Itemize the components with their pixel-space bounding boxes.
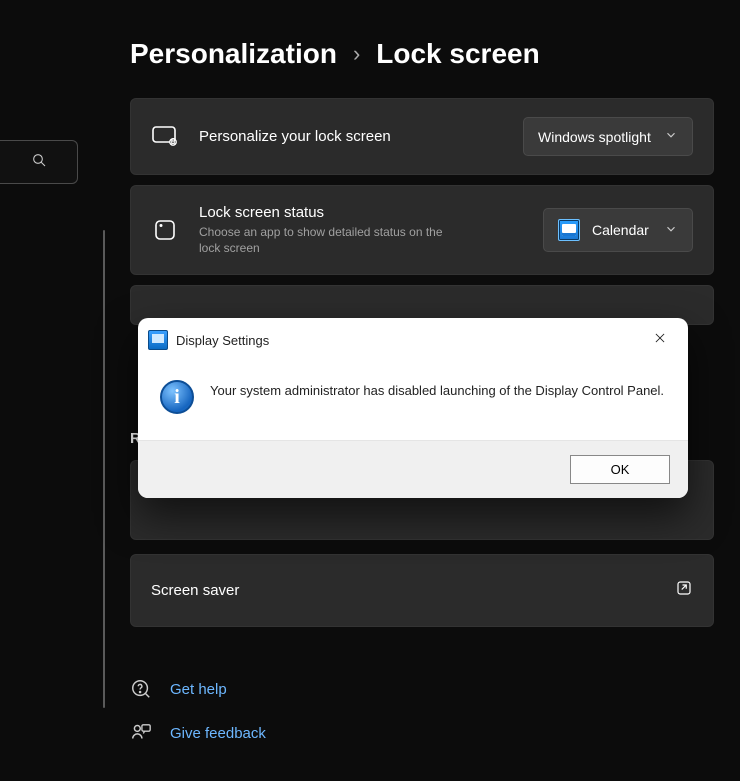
close-icon	[653, 331, 667, 350]
monitor-lock-icon	[151, 123, 179, 151]
open-external-icon	[675, 579, 693, 602]
chevron-down-icon	[664, 128, 678, 145]
ok-button[interactable]: OK	[570, 455, 670, 484]
info-icon: i	[160, 380, 194, 414]
status-subtitle: Choose an app to show detailed status on…	[199, 224, 459, 256]
display-settings-dialog: Display Settings i Your system administr…	[138, 318, 688, 498]
help-icon	[130, 678, 152, 700]
get-help-label: Get help	[170, 681, 227, 698]
feedback-icon	[130, 722, 152, 744]
status-dropdown-value: Calendar	[592, 222, 649, 238]
breadcrumb: Personalization › Lock screen	[130, 38, 540, 70]
personalize-dropdown[interactable]: Windows spotlight	[523, 117, 693, 156]
screensaver-title: Screen saver	[151, 582, 655, 599]
breadcrumb-separator: ›	[353, 41, 360, 67]
personalize-dropdown-value: Windows spotlight	[538, 129, 651, 145]
give-feedback-link[interactable]: Give feedback	[130, 722, 266, 744]
get-help-link[interactable]: Get help	[130, 678, 266, 700]
dialog-message: Your system administrator has disabled l…	[210, 380, 664, 414]
screen-saver-card[interactable]: Screen saver	[130, 554, 714, 627]
personalize-title: Personalize your lock screen	[199, 128, 503, 145]
display-settings-icon	[148, 330, 168, 350]
search-icon	[31, 152, 47, 173]
search-input[interactable]	[0, 140, 78, 184]
calendar-icon	[558, 219, 580, 241]
chevron-down-icon	[664, 222, 678, 239]
lock-screen-status-card[interactable]: Lock screen status Choose an app to show…	[130, 185, 714, 275]
dialog-titlebar[interactable]: Display Settings	[138, 318, 688, 362]
status-title: Lock screen status	[199, 204, 523, 221]
breadcrumb-current: Lock screen	[376, 38, 539, 70]
breadcrumb-parent[interactable]: Personalization	[130, 38, 337, 70]
scroll-indicator	[103, 230, 105, 708]
dialog-title: Display Settings	[176, 333, 269, 348]
close-button[interactable]	[642, 326, 678, 354]
app-square-icon	[151, 216, 179, 244]
personalize-lock-screen-card[interactable]: Personalize your lock screen Windows spo…	[130, 98, 714, 175]
feedback-label: Give feedback	[170, 725, 266, 742]
status-dropdown[interactable]: Calendar	[543, 208, 693, 252]
